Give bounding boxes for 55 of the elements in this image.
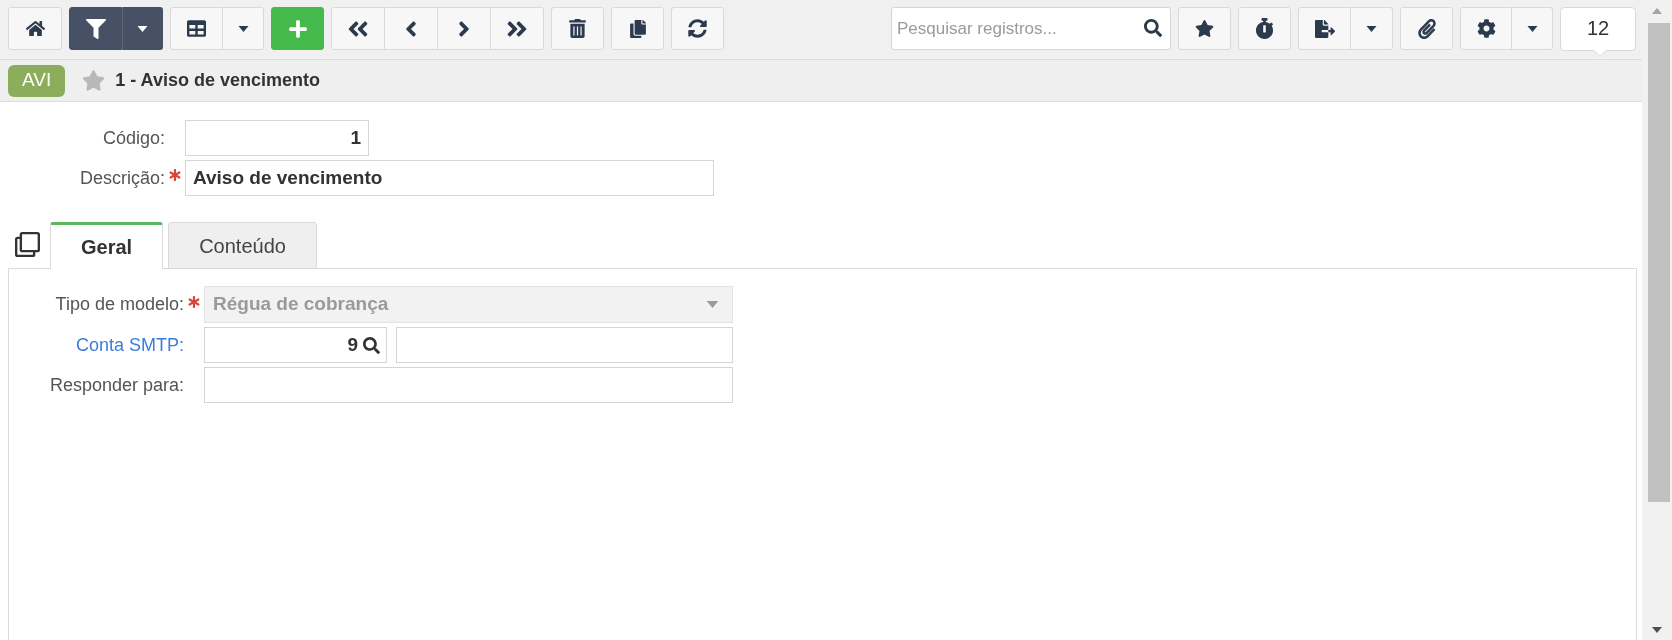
previous-record-button[interactable] — [385, 7, 438, 50]
caret-icon — [1526, 25, 1538, 32]
filter-button[interactable] — [69, 7, 122, 50]
timer-button[interactable] — [1238, 7, 1291, 50]
search-field[interactable]: Pesquisar registros... — [891, 7, 1171, 50]
caret-icon — [706, 301, 719, 308]
favorites-button[interactable] — [1178, 7, 1231, 50]
scrollbar-thumb[interactable] — [1648, 23, 1670, 502]
scroll-down-icon[interactable] — [1652, 627, 1662, 633]
scrollbar[interactable] — [1642, 0, 1672, 640]
trash-icon — [568, 19, 587, 38]
delete-button[interactable] — [551, 7, 604, 50]
first-record-button[interactable] — [331, 7, 385, 50]
tab[interactable]: Conteúdo — [168, 222, 317, 269]
search-icon[interactable] — [363, 337, 380, 354]
attachment-button[interactable] — [1400, 7, 1453, 50]
account-name-field[interactable] — [396, 327, 733, 363]
caret-icon — [137, 25, 148, 32]
export-button[interactable] — [1298, 7, 1351, 50]
record-title: 1 - Aviso de vencimento — [115, 69, 320, 92]
settings-button[interactable] — [1460, 7, 1512, 50]
field-label: Tipo de modelo: — [54, 293, 184, 316]
stopwatch-icon — [1254, 18, 1275, 39]
star-icon[interactable] — [82, 69, 106, 92]
tab[interactable]: Geral — [50, 222, 164, 269]
field-link[interactable]: Conta SMTP: — [9, 331, 184, 359]
filter-icon — [85, 18, 106, 39]
settings-icon — [1476, 19, 1496, 38]
clone-icon[interactable] — [15, 232, 40, 257]
home-icon — [25, 19, 45, 38]
field-label: Descrição: — [78, 166, 165, 190]
paperclip-icon — [1416, 18, 1437, 39]
star-icon — [1195, 19, 1214, 38]
table-icon — [187, 19, 206, 38]
search-icon[interactable] — [1144, 19, 1162, 37]
caret-icon — [237, 25, 249, 32]
home-button[interactable] — [8, 7, 62, 50]
duplicate-button[interactable] — [611, 7, 664, 50]
next-record-button[interactable] — [438, 7, 491, 50]
refresh-button[interactable] — [671, 7, 724, 50]
caret-icon — [1366, 25, 1377, 32]
plus-icon — [287, 18, 308, 39]
reply-to-field[interactable] — [204, 367, 733, 403]
copy-icon — [628, 19, 647, 38]
module-badge: AVI — [8, 64, 66, 97]
description-field[interactable]: Aviso de vencimento — [185, 160, 714, 196]
smtp-account-field[interactable]: 9 — [204, 327, 387, 363]
record-count: 12 — [1560, 7, 1636, 57]
refresh-icon — [688, 19, 707, 38]
last-record-button[interactable] — [491, 7, 544, 50]
field-label: Responder para: — [48, 373, 184, 397]
code-field[interactable]: 1 — [185, 120, 369, 156]
grid-button[interactable] — [170, 7, 223, 50]
field-label: Código: — [101, 126, 165, 150]
file-export-icon — [1314, 18, 1335, 39]
